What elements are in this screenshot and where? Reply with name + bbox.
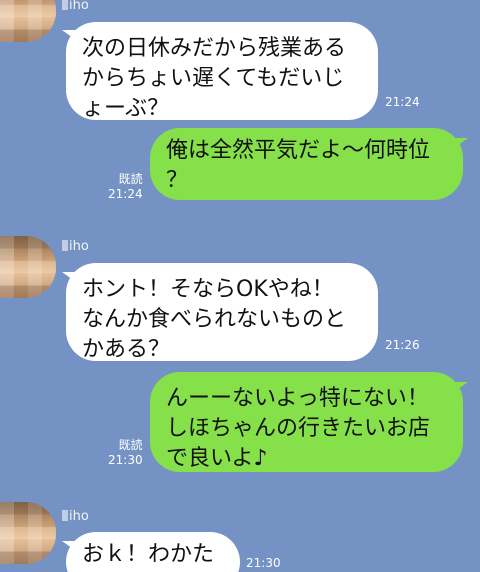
bubble-tail <box>454 138 468 148</box>
read-receipt: 既読 21:24 <box>108 172 143 202</box>
bubble-tail <box>454 382 468 392</box>
timestamp: 21:24 <box>108 187 143 201</box>
timestamp: 21:30 <box>246 556 281 570</box>
read-label: 既読 <box>118 438 143 452</box>
sender-name: iho <box>62 0 89 13</box>
chat-area[interactable]: iho 次の日休みだから残業ある からちょい遅くてもだいじ ょーぶ？ 21:24… <box>0 0 480 572</box>
read-receipt: 既読 21:30 <box>108 438 143 468</box>
timestamp: 21:30 <box>108 453 143 467</box>
avatar[interactable] <box>0 236 56 298</box>
message-bubble[interactable]: おｋ！わかた <box>66 532 240 572</box>
message-bubble[interactable]: ホント！そならOKやね！ なんか食べられないものと かある？ <box>66 263 378 362</box>
avatar[interactable] <box>0 0 56 42</box>
sender-name: iho <box>62 509 89 524</box>
timestamp: 21:26 <box>385 338 420 352</box>
read-label: 既読 <box>118 172 143 186</box>
message-bubble[interactable]: 次の日休みだから残業ある からちょい遅くてもだいじ ょーぶ？ <box>66 22 378 121</box>
message-bubble[interactable]: 俺は全然平気だよ〜何時位 ？ <box>150 128 463 200</box>
message-bubble[interactable]: んーーないよっ特にない！ しほちゃんの行きたいお店 で良いよ♪ <box>150 372 463 472</box>
sender-name: iho <box>62 239 89 254</box>
avatar[interactable] <box>0 502 56 564</box>
timestamp: 21:24 <box>385 95 420 109</box>
